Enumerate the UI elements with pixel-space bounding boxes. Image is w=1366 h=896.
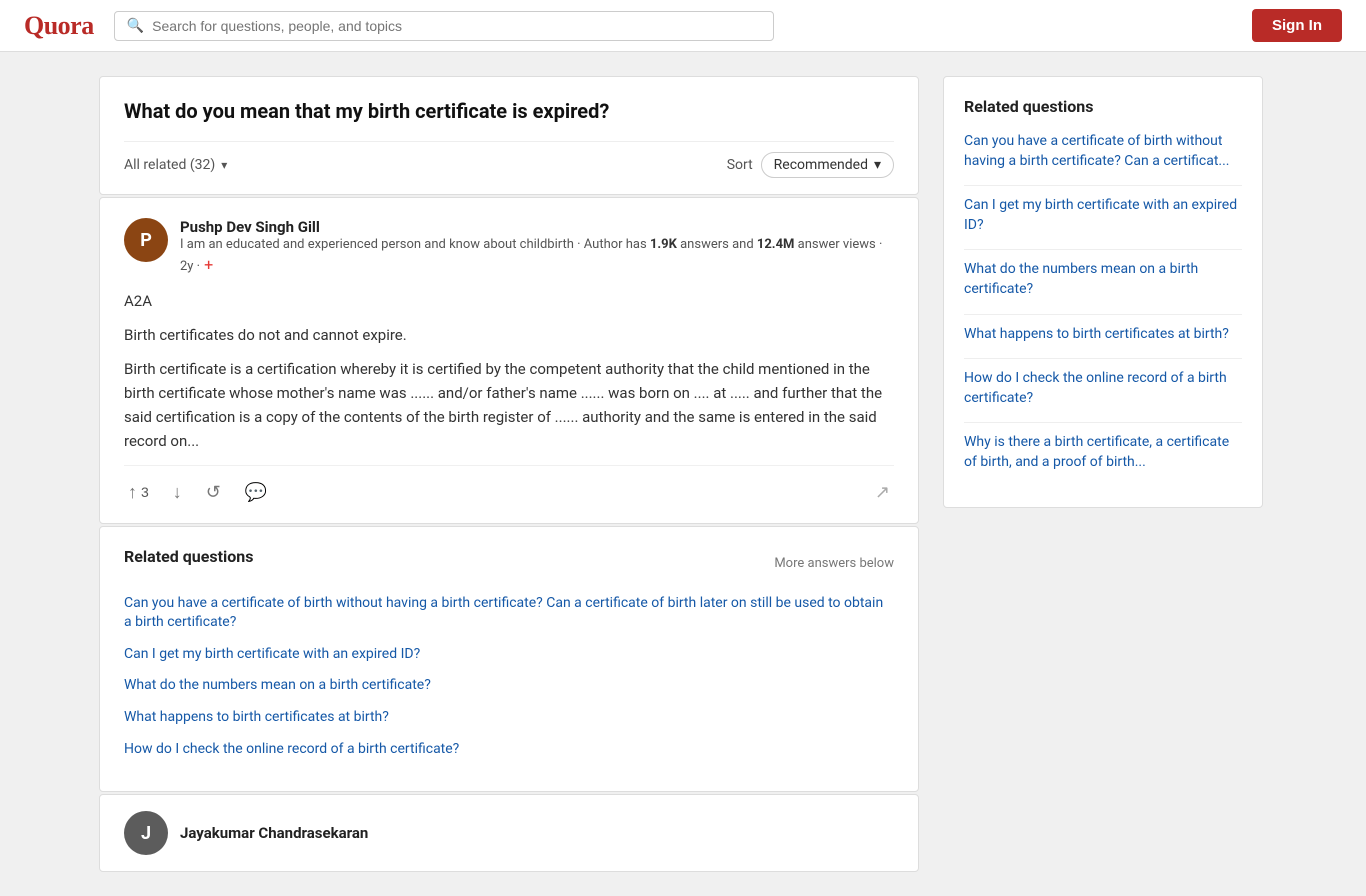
sort-label: Sort [727, 157, 753, 173]
inline-related-link-4[interactable]: How do I check the online record of a bi… [124, 740, 894, 760]
author-bio: I am an educated and experienced person … [180, 236, 894, 277]
sort-area: Sort Recommended ▾ [727, 152, 894, 178]
view-count: 12.4M [757, 237, 795, 252]
question-title: What do you mean that my birth certifica… [124, 97, 894, 125]
action-row: ↑ 3 ↓ ↺ 💬 ↗ [124, 465, 894, 507]
sidebar-link-3[interactable]: What happens to birth certificates at bi… [964, 325, 1242, 345]
share-icon: ↗ [875, 482, 890, 503]
answer-card: P Pushp Dev Singh Gill I am an educated … [99, 197, 919, 524]
share-rotate-button[interactable]: ↺ [202, 478, 225, 507]
sidebar-link-2[interactable]: What do the numbers mean on a birth cert… [964, 260, 1242, 299]
chevron-down-icon: ▾ [221, 158, 227, 172]
comment-button[interactable]: 💬 [241, 478, 271, 507]
refresh-icon: ↺ [206, 482, 221, 503]
answer-body: A2A Birth certificates do not and cannot… [124, 289, 894, 453]
share-button[interactable]: ↗ [871, 478, 894, 507]
filter-bar: All related (32) ▾ Sort Recommended ▾ [124, 141, 894, 178]
comment-icon: 💬 [245, 482, 267, 503]
upvote-button[interactable]: ↑ 3 [124, 478, 153, 507]
inline-related-link-2[interactable]: What do the numbers mean on a birth cert… [124, 676, 894, 696]
related-header-row: Related questions More answers below [124, 547, 894, 580]
sort-value: Recommended [774, 157, 868, 173]
header: Quora 🔍 Sign In [0, 0, 1366, 52]
author-name[interactable]: Pushp Dev Singh Gill [180, 218, 894, 236]
second-author-name[interactable]: Jayakumar Chandrasekaran [180, 824, 368, 842]
sidebar-divider-1 [964, 249, 1242, 250]
all-related-filter[interactable]: All related (32) ▾ [124, 157, 227, 173]
second-author-avatar: J [124, 811, 168, 855]
answer-para1: Birth certificates do not and cannot exp… [124, 323, 894, 347]
avatar: P [124, 218, 168, 262]
sidebar-link-1[interactable]: Can I get my birth certificate with an e… [964, 196, 1242, 235]
sidebar-link-0[interactable]: Can you have a certificate of birth with… [964, 132, 1242, 171]
author-info: Pushp Dev Singh Gill I am an educated an… [180, 218, 894, 277]
answer-a2a: A2A [124, 289, 894, 313]
sidebar-link-4[interactable]: How do I check the online record of a bi… [964, 369, 1242, 408]
sort-dropdown[interactable]: Recommended ▾ [761, 152, 894, 178]
downvote-icon: ↓ [173, 482, 182, 503]
search-bar[interactable]: 🔍 [114, 11, 774, 41]
sidebar-title: Related questions [964, 97, 1242, 116]
logo[interactable]: Quora [24, 11, 94, 41]
search-icon: 🔍 [127, 18, 144, 34]
inline-related-title: Related questions [124, 547, 253, 566]
header-right: Sign In [1252, 9, 1342, 42]
search-input[interactable] [152, 18, 761, 34]
bio-mid: answers and [677, 237, 757, 252]
inline-related-card: Related questions More answers below Can… [99, 526, 919, 793]
all-related-label: All related (32) [124, 157, 215, 173]
upvote-count: 3 [141, 484, 149, 500]
sidebar: Related questions Can you have a certifi… [943, 76, 1263, 872]
sidebar-divider-4 [964, 422, 1242, 423]
sidebar-box: Related questions Can you have a certifi… [943, 76, 1263, 508]
inline-related-link-3[interactable]: What happens to birth certificates at bi… [124, 708, 894, 728]
sign-in-button[interactable]: Sign In [1252, 9, 1342, 42]
sort-chevron-icon: ▾ [874, 157, 881, 173]
question-box: What do you mean that my birth certifica… [99, 76, 919, 195]
content-area: What do you mean that my birth certifica… [99, 76, 919, 872]
main-layout: What do you mean that my birth certifica… [83, 52, 1283, 896]
more-answers-label: More answers below [774, 556, 894, 571]
sidebar-divider-2 [964, 314, 1242, 315]
second-answer-stub: J Jayakumar Chandrasekaran [99, 794, 919, 872]
answer-count: 1.9K [650, 237, 677, 252]
downvote-button[interactable]: ↓ [169, 478, 186, 507]
upvote-icon: ↑ [128, 482, 137, 503]
answer-para2: Birth certificate is a certification whe… [124, 357, 894, 453]
add-icon[interactable]: + [204, 255, 213, 274]
sidebar-divider-0 [964, 185, 1242, 186]
sidebar-divider-3 [964, 358, 1242, 359]
sidebar-link-5[interactable]: Why is there a birth certificate, a cert… [964, 433, 1242, 472]
inline-related-link-1[interactable]: Can I get my birth certificate with an e… [124, 645, 894, 665]
inline-related-link-0[interactable]: Can you have a certificate of birth with… [124, 594, 894, 633]
author-row: P Pushp Dev Singh Gill I am an educated … [124, 218, 894, 277]
bio-prefix: I am an educated and experienced person … [180, 237, 650, 252]
